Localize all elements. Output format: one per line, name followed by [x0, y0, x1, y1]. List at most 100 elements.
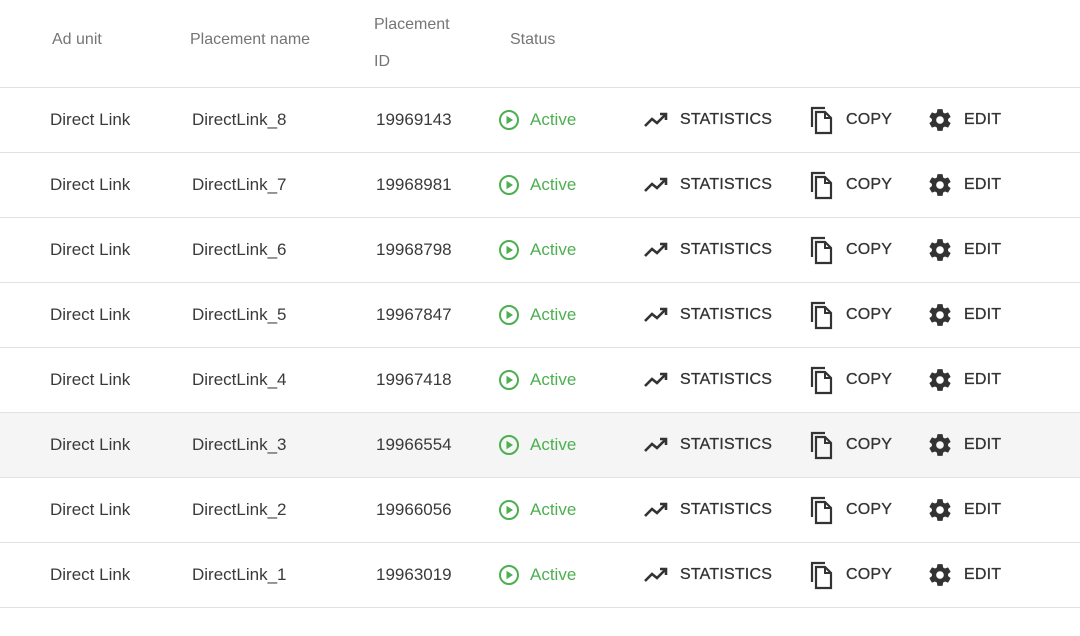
play-circle-icon	[499, 110, 519, 130]
status-badge: Active	[498, 478, 576, 542]
statistics-button-label: STATISTICS	[680, 241, 773, 258]
copy-button[interactable]: COPY	[806, 153, 892, 217]
table-row: Direct Link DirectLink_7 19968981 Active…	[0, 153, 1080, 218]
trending-up-icon	[642, 371, 670, 389]
copy-button[interactable]: COPY	[806, 348, 892, 412]
trending-up-icon	[642, 176, 670, 194]
copy-button-label: COPY	[846, 371, 893, 388]
copy-button-label: COPY	[846, 241, 893, 258]
copy-button[interactable]: COPY	[806, 413, 892, 477]
play-circle-icon	[499, 565, 519, 585]
statistics-button-label: STATISTICS	[680, 371, 773, 388]
ad-unit-cell: Direct Link	[50, 110, 131, 129]
column-header-ad-unit[interactable]: Ad unit	[52, 21, 102, 58]
statistics-button[interactable]: STATISTICS	[642, 218, 772, 282]
column-header-placement-name[interactable]: Placement name	[190, 21, 310, 58]
play-circle-icon	[499, 500, 519, 520]
status-text: Active	[530, 500, 577, 519]
statistics-button[interactable]: STATISTICS	[642, 283, 772, 347]
edit-button[interactable]: EDIT	[926, 413, 1001, 477]
statistics-button[interactable]: STATISTICS	[642, 348, 772, 412]
edit-button-label: EDIT	[964, 176, 1002, 193]
edit-button[interactable]: EDIT	[926, 153, 1001, 217]
status-badge: Active	[498, 543, 576, 607]
edit-button[interactable]: EDIT	[926, 348, 1001, 412]
table-row: Direct Link DirectLink_8 19969143 Active…	[0, 88, 1080, 153]
edit-button[interactable]: EDIT	[926, 543, 1001, 607]
edit-button[interactable]: EDIT	[926, 88, 1001, 152]
statistics-button[interactable]: STATISTICS	[642, 88, 772, 152]
status-badge: Active	[498, 218, 576, 282]
placement-name-cell: DirectLink_7	[192, 175, 287, 194]
column-header-status[interactable]: Status	[510, 21, 555, 58]
copy-icon	[806, 495, 836, 525]
statistics-button[interactable]: STATISTICS	[642, 478, 772, 542]
placement-name-cell: DirectLink_2	[192, 500, 287, 519]
placement-id-cell: 19968798	[376, 240, 452, 259]
gear-icon	[926, 367, 954, 393]
copy-button-label: COPY	[846, 436, 893, 453]
placement-id-cell: 19967418	[376, 370, 452, 389]
edit-button-label: EDIT	[964, 501, 1002, 518]
statistics-button-label: STATISTICS	[680, 436, 773, 453]
status-text: Active	[530, 305, 577, 324]
table-row: Direct Link DirectLink_4 19967418 Active…	[0, 348, 1080, 413]
edit-button[interactable]: EDIT	[926, 478, 1001, 542]
statistics-button[interactable]: STATISTICS	[642, 413, 772, 477]
trending-up-icon	[642, 111, 670, 129]
copy-icon	[806, 365, 836, 395]
status-text: Active	[530, 240, 577, 259]
statistics-button-label: STATISTICS	[680, 111, 773, 128]
edit-button-label: EDIT	[964, 111, 1002, 128]
edit-button-label: EDIT	[964, 241, 1002, 258]
column-header-placement-id-line2: ID	[374, 53, 390, 70]
edit-button[interactable]: EDIT	[926, 218, 1001, 282]
copy-icon	[806, 560, 836, 590]
edit-button-label: EDIT	[964, 566, 1002, 583]
copy-icon	[806, 105, 836, 135]
copy-button-label: COPY	[846, 501, 893, 518]
gear-icon	[926, 237, 954, 263]
ad-unit-cell: Direct Link	[50, 435, 131, 454]
trending-up-icon	[642, 306, 670, 324]
column-header-placement-id[interactable]: Placement ID	[374, 6, 474, 80]
ad-unit-cell: Direct Link	[50, 370, 131, 389]
statistics-button-label: STATISTICS	[680, 176, 773, 193]
placement-name-cell: DirectLink_5	[192, 305, 287, 324]
placement-id-cell: 19967847	[376, 305, 452, 324]
trending-up-icon	[642, 241, 670, 259]
copy-icon	[806, 235, 836, 265]
copy-button[interactable]: COPY	[806, 88, 892, 152]
copy-button-label: COPY	[846, 306, 893, 323]
ad-unit-cell: Direct Link	[50, 500, 131, 519]
ad-unit-cell: Direct Link	[50, 240, 131, 259]
placement-id-cell: 19963019	[376, 565, 452, 584]
copy-icon	[806, 430, 836, 460]
statistics-button-label: STATISTICS	[680, 306, 773, 323]
copy-button[interactable]: COPY	[806, 478, 892, 542]
gear-icon	[926, 497, 954, 523]
placement-name-cell: DirectLink_4	[192, 370, 287, 389]
placement-id-cell: 19966554	[376, 435, 452, 454]
placement-name-cell: DirectLink_8	[192, 110, 287, 129]
status-badge: Active	[498, 88, 576, 152]
placement-id-cell: 19966056	[376, 500, 452, 519]
statistics-button-label: STATISTICS	[680, 566, 773, 583]
table-row: Direct Link DirectLink_5 19967847 Active…	[0, 283, 1080, 348]
copy-button[interactable]: COPY	[806, 283, 892, 347]
table-header: Ad unit Placement name Placement ID Stat…	[0, 0, 1080, 88]
status-text: Active	[530, 175, 577, 194]
edit-button[interactable]: EDIT	[926, 283, 1001, 347]
edit-button-label: EDIT	[964, 436, 1002, 453]
copy-button[interactable]: COPY	[806, 218, 892, 282]
play-circle-icon	[499, 305, 519, 325]
statistics-button[interactable]: STATISTICS	[642, 543, 772, 607]
statistics-button[interactable]: STATISTICS	[642, 153, 772, 217]
status-text: Active	[530, 435, 577, 454]
copy-button[interactable]: COPY	[806, 543, 892, 607]
copy-icon	[806, 300, 836, 330]
play-circle-icon	[499, 175, 519, 195]
ad-unit-cell: Direct Link	[50, 565, 131, 584]
copy-icon	[806, 170, 836, 200]
table-row: Direct Link DirectLink_3 19966554 Active…	[0, 413, 1080, 478]
